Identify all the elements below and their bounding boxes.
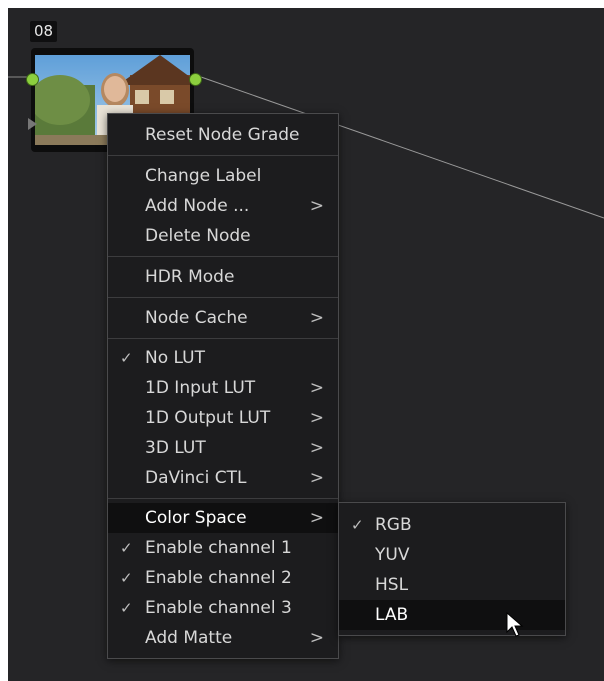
menu-separator xyxy=(108,155,338,156)
menu-item-label: 1D Input LUT xyxy=(145,378,256,398)
chevron-right-icon: > xyxy=(309,378,324,398)
menu-item-label: 1D Output LUT xyxy=(145,408,271,428)
menu-item-label: Add Node ... xyxy=(145,196,250,216)
menu-item-label: DaVinci CTL xyxy=(145,468,247,488)
menu-item-label: Enable channel 1 xyxy=(145,538,292,558)
node-context-menu: Reset Node Grade Change Label Add Node .… xyxy=(107,113,339,659)
node-key-input-icon xyxy=(28,118,37,130)
node-input-port[interactable] xyxy=(26,73,39,86)
menu-item-1d-input-lut[interactable]: 1D Input LUT > xyxy=(108,373,338,403)
menu-item-hdr-mode[interactable]: HDR Mode xyxy=(108,262,338,292)
submenu-item-rgb[interactable]: ✓ RGB xyxy=(339,510,565,540)
node-graph-canvas[interactable]: 08 Reset Node Grade Change Label Add Nod… xyxy=(8,8,604,681)
menu-item-label: Color Space xyxy=(145,508,247,528)
menu-item-color-space[interactable]: Color Space > xyxy=(108,503,338,533)
node-output-port[interactable] xyxy=(189,73,202,86)
node-number-label: 08 xyxy=(30,21,58,42)
menu-item-label: 3D LUT xyxy=(145,438,206,458)
menu-item-node-cache[interactable]: Node Cache > xyxy=(108,303,338,333)
menu-item-no-lut[interactable]: ✓ No LUT xyxy=(108,343,338,373)
menu-item-label: Reset Node Grade xyxy=(145,125,300,145)
menu-item-label: Enable channel 2 xyxy=(145,568,292,588)
checkmark-icon: ✓ xyxy=(120,569,133,587)
menu-item-enable-channel-2[interactable]: ✓ Enable channel 2 xyxy=(108,563,338,593)
menu-item-label: Change Label xyxy=(145,166,262,186)
checkmark-icon: ✓ xyxy=(120,349,133,367)
menu-item-add-node[interactable]: Add Node ... > xyxy=(108,191,338,221)
chevron-right-icon: > xyxy=(309,468,324,488)
menu-item-label: Enable channel 3 xyxy=(145,598,292,618)
submenu-item-yuv[interactable]: YUV xyxy=(339,540,565,570)
menu-separator xyxy=(108,297,338,298)
menu-separator xyxy=(108,338,338,339)
chevron-right-icon: > xyxy=(309,408,324,428)
menu-item-add-matte[interactable]: Add Matte > xyxy=(108,623,338,653)
checkmark-icon: ✓ xyxy=(351,516,364,534)
menu-item-label: RGB xyxy=(375,515,412,535)
menu-item-delete-node[interactable]: Delete Node xyxy=(108,221,338,251)
chevron-right-icon: > xyxy=(309,196,324,216)
chevron-right-icon: > xyxy=(309,508,324,528)
menu-item-davinci-ctl[interactable]: DaVinci CTL > xyxy=(108,463,338,493)
menu-item-label: Node Cache xyxy=(145,308,248,328)
menu-item-label: HSL xyxy=(375,575,409,595)
menu-item-label: YUV xyxy=(375,545,410,565)
submenu-item-hsl[interactable]: HSL xyxy=(339,570,565,600)
menu-item-enable-channel-1[interactable]: ✓ Enable channel 1 xyxy=(108,533,338,563)
chevron-right-icon: > xyxy=(309,628,324,648)
submenu-item-lab[interactable]: LAB xyxy=(339,600,565,630)
menu-item-3d-lut[interactable]: 3D LUT > xyxy=(108,433,338,463)
color-space-submenu: ✓ RGB YUV HSL LAB xyxy=(338,502,566,636)
menu-item-label: Delete Node xyxy=(145,226,251,246)
menu-separator xyxy=(108,256,338,257)
menu-separator xyxy=(108,498,338,499)
mouse-pointer-icon xyxy=(506,612,524,637)
menu-item-change-label[interactable]: Change Label xyxy=(108,161,338,191)
menu-item-1d-output-lut[interactable]: 1D Output LUT > xyxy=(108,403,338,433)
chevron-right-icon: > xyxy=(309,438,324,458)
chevron-right-icon: > xyxy=(309,308,324,328)
menu-item-label: No LUT xyxy=(145,348,205,368)
menu-item-label: HDR Mode xyxy=(145,267,235,287)
menu-item-label: LAB xyxy=(375,605,409,625)
checkmark-icon: ✓ xyxy=(120,539,133,557)
checkmark-icon: ✓ xyxy=(120,599,133,617)
menu-item-label: Add Matte xyxy=(145,628,233,648)
menu-item-reset-node-grade[interactable]: Reset Node Grade xyxy=(108,120,338,150)
menu-item-enable-channel-3[interactable]: ✓ Enable channel 3 xyxy=(108,593,338,623)
